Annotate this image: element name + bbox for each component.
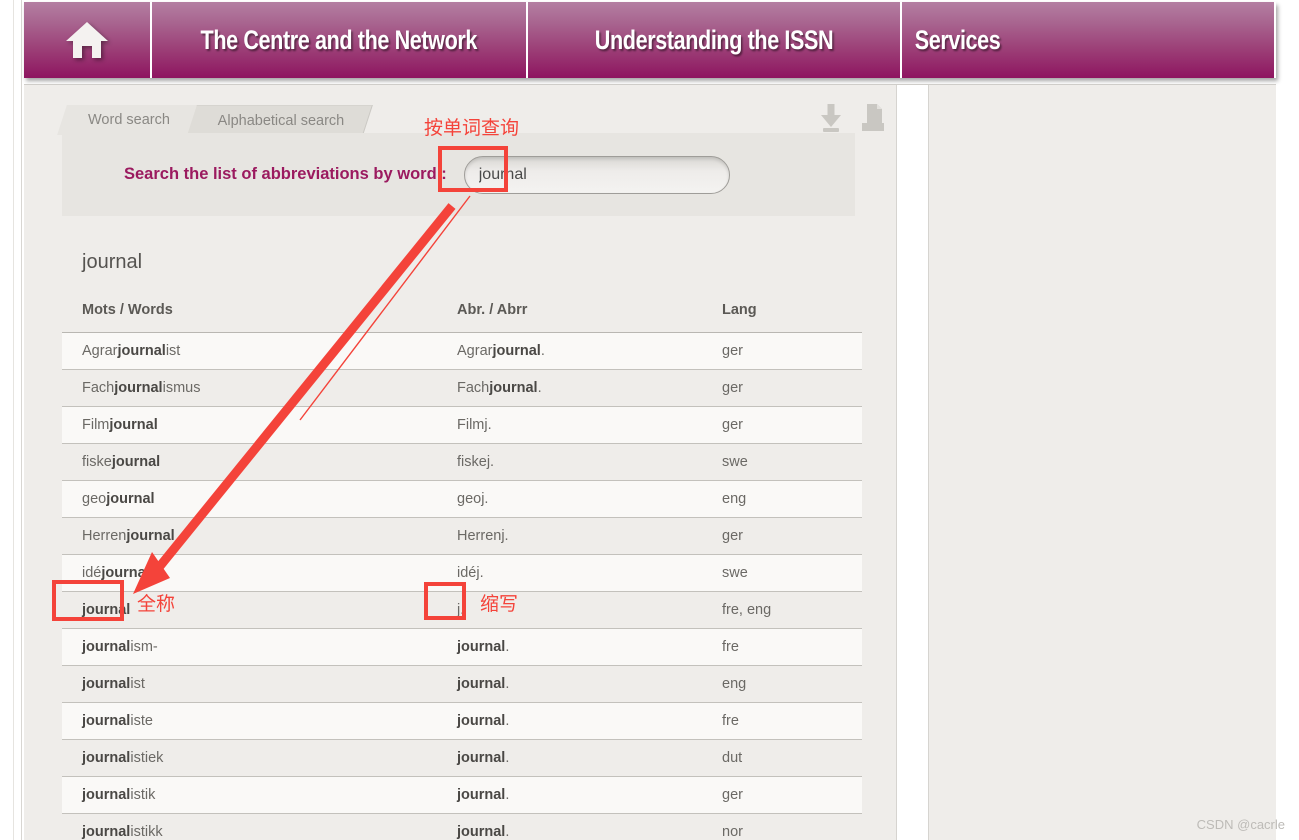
cell-abbreviation: j. xyxy=(437,591,702,629)
annotation-search-note: 按单词查询 xyxy=(424,117,520,139)
table-row: Fachjournalismus Fachjournal. ger xyxy=(62,369,862,407)
cell-language: fre xyxy=(702,628,862,666)
table-header-row: Mots / Words Abr. / Abrr Lang xyxy=(62,296,862,333)
cell-language: ger xyxy=(702,776,862,814)
table-row: journalistikk journal. nor xyxy=(62,813,862,840)
tab-alphabetical-search[interactable]: Alphabetical search xyxy=(187,105,373,135)
nav-item-label: The Centre and the Network xyxy=(200,24,478,55)
cell-abbreviation: geoj. xyxy=(437,480,702,518)
cell-word: journalistikk xyxy=(62,813,437,840)
cell-language: ger xyxy=(702,517,862,555)
table-row: Agrarjournalist Agrarjournal. ger xyxy=(62,332,862,370)
cell-abbreviation: Agrarjournal. xyxy=(437,332,702,370)
cell-word: journalist xyxy=(62,665,437,703)
watermark: CSDN @cacrle xyxy=(1196,817,1285,832)
cell-language: swe xyxy=(702,554,862,592)
cell-word: Fachjournalismus xyxy=(62,369,437,407)
cell-language: ger xyxy=(702,406,862,444)
cell-language: dut xyxy=(702,739,862,777)
cell-abbreviation: journal. xyxy=(437,665,702,703)
table-row: journalist journal. eng xyxy=(62,665,862,703)
cell-language: ger xyxy=(702,369,862,407)
cell-abbreviation: journal. xyxy=(437,776,702,814)
nav-item-services[interactable]: Services xyxy=(902,2,1274,78)
cell-word: Herrenjournal xyxy=(62,517,437,555)
page-left-rail xyxy=(0,0,22,840)
cell-language: swe xyxy=(702,443,862,481)
annotation-box-full-word xyxy=(52,580,124,621)
cell-language: nor xyxy=(702,813,862,840)
print-icon[interactable] xyxy=(860,103,886,133)
table-row: fiskejournal fiskej. swe xyxy=(62,443,862,481)
cell-abbreviation: Fachjournal. xyxy=(437,369,702,407)
cell-abbreviation: journal. xyxy=(437,628,702,666)
cell-abbreviation: journal. xyxy=(437,702,702,740)
cell-word: geojournal xyxy=(62,480,437,518)
cell-word: journalism- xyxy=(62,628,437,666)
table-row: Filmjournal Filmj. ger xyxy=(62,406,862,444)
table-row: journaliste journal. fre xyxy=(62,702,862,740)
cell-language: fre xyxy=(702,702,862,740)
abbreviations-table: Mots / Words Abr. / Abrr Lang Agrarjourn… xyxy=(62,296,862,840)
cell-abbreviation: journal. xyxy=(437,813,702,840)
annotation-abbrev-note: 缩写 xyxy=(480,593,519,615)
column-header-lang: Lang xyxy=(702,296,862,333)
page-root: The Centre and the Network Understanding… xyxy=(0,0,1299,840)
column-divider xyxy=(896,85,929,840)
tab-word-search[interactable]: Word search xyxy=(57,105,197,135)
cell-abbreviation: Herrenj. xyxy=(437,517,702,555)
cell-word: journalistik xyxy=(62,776,437,814)
annotation-box-abbreviation xyxy=(424,582,466,620)
cell-word: Agrarjournalist xyxy=(62,332,437,370)
nav-item-home[interactable] xyxy=(24,2,152,78)
column-header-words: Mots / Words xyxy=(62,296,437,333)
cell-language: eng xyxy=(702,665,862,703)
cell-abbreviation: fiskej. xyxy=(437,443,702,481)
cell-abbreviation: idéj. xyxy=(437,554,702,592)
table-row: Herrenjournal Herrenj. ger xyxy=(62,517,862,555)
annotation-box-search-input xyxy=(438,146,508,192)
table-row: geojournal geoj. eng xyxy=(62,480,862,518)
home-icon xyxy=(66,22,108,58)
cell-language: fre, eng xyxy=(702,591,862,629)
toolbar-icons xyxy=(818,103,886,133)
cell-abbreviation: Filmj. xyxy=(437,406,702,444)
tab-label: Alphabetical search xyxy=(217,112,345,129)
table-row: journalistiek journal. dut xyxy=(62,739,862,777)
annotation-full-name-note: 全称 xyxy=(137,593,176,615)
download-icon[interactable] xyxy=(818,103,844,133)
right-sidebar-column xyxy=(929,85,1276,840)
nav-item-centre-and-network[interactable]: The Centre and the Network xyxy=(152,2,528,78)
cell-word: fiskejournal xyxy=(62,443,437,481)
nav-item-label: Understanding the ISSN xyxy=(594,24,834,55)
cell-language: eng xyxy=(702,480,862,518)
cell-word: journaliste xyxy=(62,702,437,740)
nav-item-understanding-issn[interactable]: Understanding the ISSN xyxy=(528,2,902,78)
results-title: journal xyxy=(82,251,143,273)
table-row: journalistik journal. ger xyxy=(62,776,862,814)
cell-abbreviation: journal. xyxy=(437,739,702,777)
cell-word: Filmjournal xyxy=(62,406,437,444)
cell-language: ger xyxy=(702,332,862,370)
nav-item-label: Services xyxy=(915,24,1001,55)
content-area: Word search Alphabetical search Search t… xyxy=(24,84,1276,840)
column-header-abbr: Abr. / Abrr xyxy=(437,296,702,333)
search-mode-tabs: Word search Alphabetical search xyxy=(57,103,373,135)
search-label: Search the list of abbreviations by word… xyxy=(124,165,447,183)
tab-label: Word search xyxy=(88,112,170,128)
results-section: journal Mots / Words Abr. / Abrr Lang Ag… xyxy=(62,235,862,840)
cell-word: journalistiek xyxy=(62,739,437,777)
table-row: journalism-journal. fre xyxy=(62,628,862,666)
top-navigation-bar: The Centre and the Network Understanding… xyxy=(24,2,1276,78)
